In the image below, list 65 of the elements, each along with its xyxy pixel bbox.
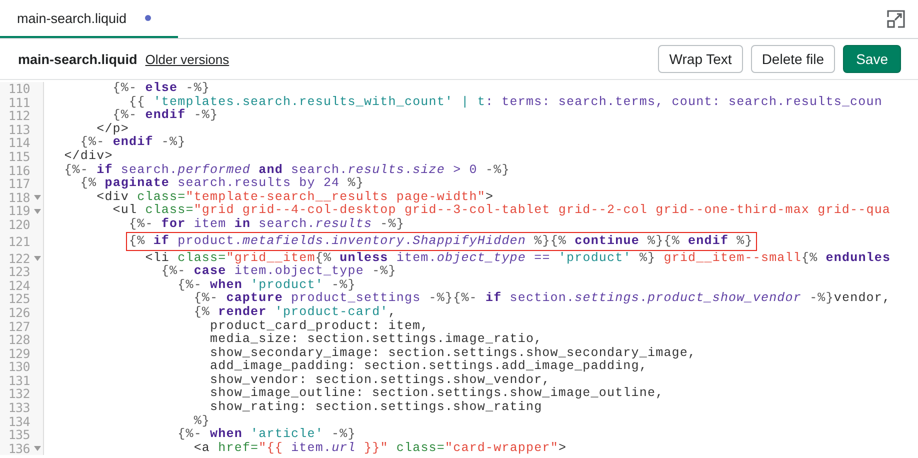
code-line: {%- endif -%} — [79, 135, 186, 150]
line-number: 130 — [7, 360, 30, 374]
line-number: 110 — [7, 82, 30, 96]
code-line: add_image_padding: section.settings.add_image_padding, — [209, 359, 648, 374]
code-line: {%- when 'article' -%} — [176, 427, 356, 442]
code-line: <div class="template-search__results page-width"> — [96, 190, 494, 204]
line-number: 128 — [7, 333, 30, 347]
fold-caret-icon[interactable] — [34, 256, 41, 261]
code-line: {%- for item in search.results -%} — [128, 216, 404, 231]
file-name: main-search.liquid — [18, 52, 138, 66]
fold-caret-icon[interactable] — [34, 446, 41, 452]
code-line: show_vendor: section.settings.show_vendor, — [209, 372, 550, 387]
line-number: 117 — [7, 177, 30, 191]
line-number: 122 — [7, 252, 30, 266]
code-line: {%- case item.object_type -%} — [160, 264, 396, 278]
line-number: 129 — [7, 346, 30, 360]
fold-caret-icon[interactable] — [34, 195, 41, 200]
code-line: {% paginate search.results by 24 %} — [79, 176, 364, 190]
line-number: 133 — [7, 401, 30, 415]
line-number: 131 — [7, 374, 30, 388]
line-number: 113 — [7, 122, 30, 136]
code-line: show_secondary_image: section.settings.show_secondary_image, — [209, 346, 696, 360]
line-number: 118 — [7, 190, 30, 204]
code-line: {% if product.metafields.inventory.ShappifyHidden %}{% continue %}{% endif %} — [129, 234, 753, 248]
code-line: <a href="{{ item.url }}" class="card-wrapper"> — [192, 440, 567, 455]
line-number: 120 — [7, 218, 30, 232]
code-line: </p> — [96, 122, 130, 136]
line-number: 121 — [7, 234, 30, 248]
line-number: 111 — [7, 96, 30, 110]
older-versions-link[interactable]: Older versions — [145, 52, 230, 66]
toolbar-button[interactable]: Wrap Text — [658, 45, 743, 73]
code-line: </div> — [63, 148, 113, 163]
line-number: 134 — [7, 414, 30, 428]
line-number: 123 — [7, 265, 30, 279]
code-line: {%- capture product_settings -%}{%- if section.settings.product_show_vendor -%}vendor, — [192, 291, 891, 306]
line-number: 125 — [7, 292, 30, 306]
line-number: 136 — [7, 442, 30, 456]
line-number: 112 — [7, 109, 30, 123]
toolbar-button[interactable]: Delete file — [750, 45, 836, 73]
line-number: 119 — [7, 204, 30, 218]
expand-icon[interactable] — [886, 9, 906, 29]
code-line: {{ 'templates.search.results_with_count' | t: terms: search.terms, count: search.results_coun — [128, 94, 882, 109]
code-line: <ul class="grid grid--4-col-desktop grid--3-col-tablet grid--2-col grid--one-third-max grid--qua — [112, 203, 891, 218]
save-button[interactable]: Save — [843, 45, 901, 73]
code-line: show_image_outline: section.settings.show_image_outline, — [209, 386, 664, 400]
code-line: {%- if search.performed and search.results.size > 0 -%} — [63, 162, 510, 177]
code-line: <li class="grid__item{% unless item.object_type == 'product' %} grid__item--small{% endunles — [144, 250, 891, 265]
line-number: 135 — [7, 428, 30, 442]
line-number: 132 — [7, 387, 30, 402]
file-tab[interactable]: main-search.liquid — [0, 0, 178, 38]
line-number: 126 — [7, 306, 30, 320]
line-number: 116 — [7, 164, 30, 178]
code-line: {%- when 'product' -%} — [176, 278, 356, 292]
line-number: 127 — [7, 320, 30, 334]
code-line: {%- else -%} — [112, 81, 210, 95]
code-line: %} — [192, 414, 210, 428]
line-number: 124 — [7, 278, 30, 292]
fold-caret-icon[interactable] — [34, 208, 41, 214]
code-line: show_rating: section.settings.show_rating — [209, 400, 542, 414]
line-number: 114 — [7, 136, 30, 150]
code-line: product_card_product: item, — [209, 318, 429, 332]
code-line: media_size: section.settings.image_ratio, — [209, 332, 542, 346]
code-line: {%- endif -%} — [112, 108, 218, 122]
code-line: {% render 'product-card', — [192, 304, 396, 319]
line-number: 115 — [7, 150, 30, 164]
